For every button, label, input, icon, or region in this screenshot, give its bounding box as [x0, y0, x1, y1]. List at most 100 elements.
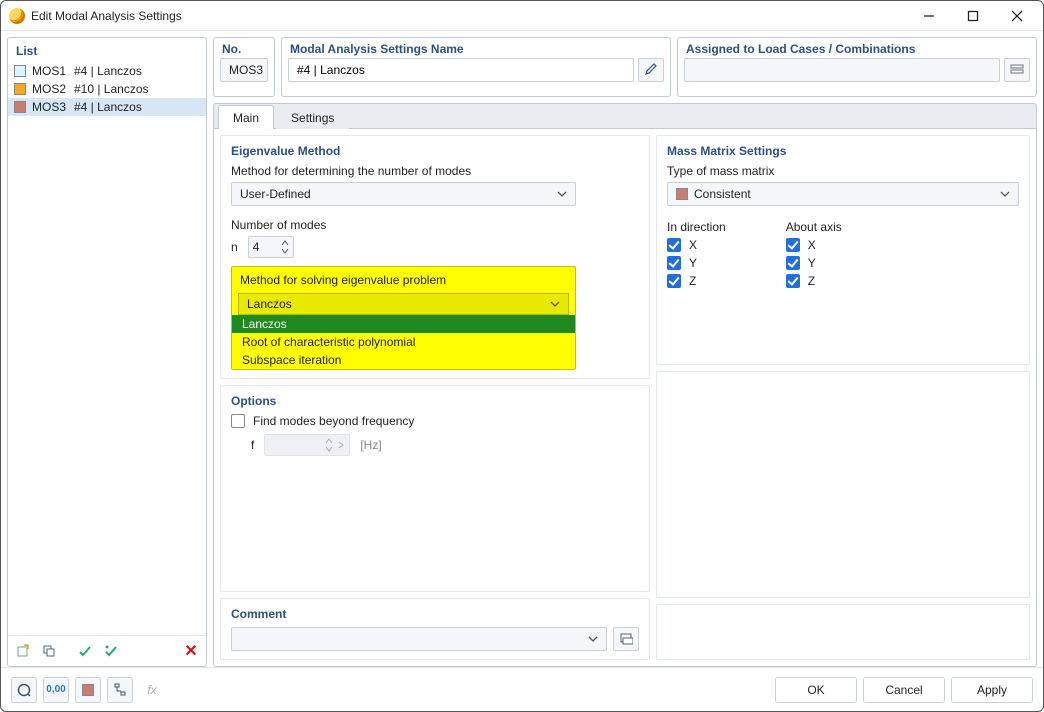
- form-column: No. MOS3 Modal Analysis Settings Name As…: [213, 37, 1037, 667]
- list-item-label: #4 | Lanczos: [74, 64, 142, 78]
- axis-x-checkbox[interactable]: [786, 238, 800, 252]
- axis-y-checkbox[interactable]: [786, 256, 800, 270]
- axis-z-label: Z: [808, 274, 815, 288]
- axis-x-label: X: [808, 238, 816, 252]
- cancel-button[interactable]: Cancel: [863, 677, 945, 703]
- dir-z-label: Z: [689, 274, 696, 288]
- assigned-details-button[interactable]: [1004, 58, 1030, 82]
- find-modes-beyond-checkbox[interactable]: [231, 414, 245, 428]
- delete-button[interactable]: ✕: [180, 640, 202, 662]
- assigned-header: Assigned to Load Cases / Combinations: [678, 38, 1036, 58]
- method-select[interactable]: User-Defined: [231, 182, 576, 206]
- color-button[interactable]: [75, 677, 101, 703]
- solver-option[interactable]: Root of characteristic polynomial: [232, 333, 575, 351]
- n-input[interactable]: 4: [248, 236, 294, 258]
- list-body[interactable]: MOS1 #4 | Lanczos MOS2 #10 | Lanczos MOS…: [8, 62, 206, 635]
- eigenvalue-section: Eigenvalue Method Method for determining…: [220, 135, 650, 379]
- app-icon: [9, 8, 25, 24]
- new-item-button[interactable]: [12, 640, 34, 662]
- name-header: Modal Analysis Settings Name: [282, 38, 670, 58]
- comment-header: Comment: [231, 607, 639, 621]
- eigen-header: Eigenvalue Method: [231, 144, 639, 158]
- chevron-down-icon: [550, 299, 560, 309]
- tab-main[interactable]: Main: [218, 105, 274, 129]
- assigned-box: Assigned to Load Cases / Combinations: [677, 37, 1037, 97]
- axis-y-label: Y: [808, 256, 816, 270]
- window-title: Edit Modal Analysis Settings: [31, 9, 907, 23]
- list-swatch-icon: [14, 83, 26, 95]
- mass-type-select[interactable]: Consistent: [667, 182, 1019, 206]
- f-symbol: f: [251, 438, 254, 452]
- help-button[interactable]: [11, 677, 37, 703]
- dialog-footer: 0,00 fx OK Cancel Apply: [1, 667, 1043, 711]
- mass-type-label: Type of mass matrix: [667, 164, 1019, 178]
- spinner-icon: [325, 437, 333, 453]
- direction-label: In direction: [667, 220, 726, 234]
- list-panel: List MOS1 #4 | Lanczos MOS2 #10 | Lanczo…: [7, 37, 207, 667]
- tree-button[interactable]: [107, 677, 133, 703]
- axis-label: About axis: [786, 220, 842, 234]
- comment-section: Comment: [220, 598, 650, 660]
- no-header: No.: [214, 38, 274, 58]
- f-input: [264, 434, 350, 456]
- f-unit: [Hz]: [360, 438, 381, 452]
- list-header: List: [8, 38, 206, 62]
- solver-select[interactable]: Lanczos: [238, 293, 569, 315]
- mass-header: Mass Matrix Settings: [667, 144, 1019, 158]
- n-label: Number of modes: [231, 218, 639, 232]
- arrow-right-icon: [337, 441, 345, 449]
- maximize-button[interactable]: [951, 2, 995, 30]
- list-item-code: MOS3: [32, 100, 74, 114]
- tab-settings[interactable]: Settings: [276, 105, 349, 129]
- close-button[interactable]: [995, 2, 1039, 30]
- ok-button[interactable]: OK: [775, 677, 857, 703]
- comment-select[interactable]: [231, 627, 607, 651]
- list-item[interactable]: MOS2 #10 | Lanczos: [8, 80, 206, 98]
- color-swatch-icon: [82, 684, 94, 696]
- no-box: No. MOS3: [213, 37, 275, 97]
- list-item[interactable]: MOS3 #4 | Lanczos: [8, 98, 206, 116]
- comment-extra-button[interactable]: [613, 627, 639, 651]
- list-item-code: MOS2: [32, 82, 74, 96]
- units-icon: 0,00: [46, 684, 65, 695]
- no-field: MOS3: [220, 58, 268, 82]
- solver-highlight-block: Method for solving eigenvalue problem La…: [231, 266, 576, 370]
- units-button[interactable]: 0,00: [43, 677, 69, 703]
- empty-section-2: [656, 604, 1030, 660]
- dir-x-checkbox[interactable]: [667, 238, 681, 252]
- minimize-button[interactable]: [907, 2, 951, 30]
- fx-button[interactable]: fx: [139, 677, 165, 703]
- titlebar: Edit Modal Analysis Settings: [1, 1, 1043, 31]
- settings-name-input[interactable]: [288, 58, 634, 82]
- solver-label: Method for solving eigenvalue problem: [232, 267, 575, 293]
- list-item[interactable]: MOS1 #4 | Lanczos: [8, 62, 206, 80]
- list-item-label: #10 | Lanczos: [74, 82, 149, 96]
- dir-y-label: Y: [689, 256, 697, 270]
- dialog-window: Edit Modal Analysis Settings List MOS1 #…: [0, 0, 1044, 712]
- dir-x-label: X: [689, 238, 697, 252]
- check-button-2[interactable]: [100, 640, 122, 662]
- fx-icon: fx: [147, 683, 156, 697]
- list-footer: ✕: [8, 635, 206, 666]
- dir-y-checkbox[interactable]: [667, 256, 681, 270]
- no-value: MOS3: [229, 63, 263, 77]
- solver-option[interactable]: Lanczos: [232, 315, 575, 333]
- check-button-1[interactable]: [74, 640, 96, 662]
- rename-button[interactable]: [638, 58, 664, 82]
- n-symbol: n: [231, 240, 238, 254]
- chevron-down-icon: [588, 634, 598, 644]
- list-swatch-icon: [14, 101, 26, 113]
- spinner-icon[interactable]: [281, 239, 289, 255]
- solver-option[interactable]: Subspace iteration: [232, 351, 575, 369]
- apply-button[interactable]: Apply: [951, 677, 1033, 703]
- copy-item-button[interactable]: [38, 640, 60, 662]
- chevron-down-icon: [557, 189, 567, 199]
- dir-z-checkbox[interactable]: [667, 274, 681, 288]
- solver-value: Lanczos: [247, 297, 292, 311]
- method-value: User-Defined: [240, 187, 311, 201]
- options-header: Options: [231, 394, 639, 408]
- mass-type-swatch-icon: [676, 188, 688, 200]
- axis-z-checkbox[interactable]: [786, 274, 800, 288]
- n-value: 4: [253, 240, 260, 254]
- find-modes-beyond-label: Find modes beyond frequency: [253, 414, 414, 428]
